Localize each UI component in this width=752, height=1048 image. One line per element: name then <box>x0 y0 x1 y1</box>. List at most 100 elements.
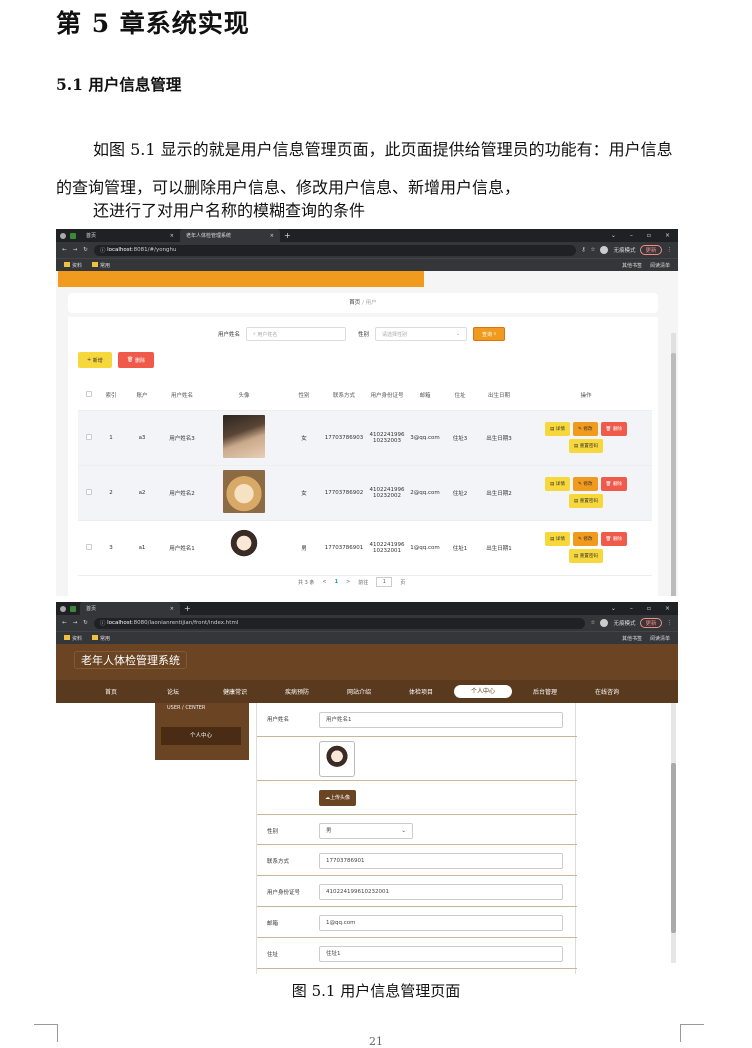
nav-item-about[interactable]: 网站介绍 <box>328 687 390 696</box>
column-header[interactable]: 账户 <box>122 380 162 411</box>
other-bookmarks[interactable]: 其他书签 <box>622 262 642 269</box>
upload-avatar-button[interactable]: ☁上传头像 <box>319 790 357 806</box>
minimize-icon[interactable]: – <box>630 605 633 612</box>
row-checkbox[interactable] <box>86 543 92 550</box>
detail-button[interactable]: ▤ 详情 <box>544 532 570 546</box>
edit-button[interactable]: ✎ 修改 <box>573 477 598 491</box>
address-bar[interactable]: ⓘ localhost:8080/laonianrentijian/front/… <box>93 617 585 629</box>
pager-current-page[interactable]: 1 <box>335 579 338 585</box>
reset-password-button[interactable]: ▤ 重置密码 <box>568 439 604 453</box>
pager-goto-input[interactable]: 1 <box>376 577 393 587</box>
menu-icon[interactable]: ⋮ <box>667 620 673 626</box>
reload-icon[interactable]: ↻ <box>83 247 88 253</box>
pager-prev-icon[interactable]: < <box>322 579 326 585</box>
bookmark-item[interactable]: 常用 <box>92 261 110 269</box>
column-header[interactable]: 住址 <box>442 380 478 411</box>
name-input[interactable]: 用户姓名1 <box>319 712 563 728</box>
row-checkbox[interactable] <box>86 488 92 495</box>
scrollbar-thumb[interactable] <box>671 353 676 596</box>
reading-list[interactable]: 阅读清单 <box>650 262 670 269</box>
sidebar-item-user-center[interactable]: 个人中心 <box>161 727 241 745</box>
pager-next-icon[interactable]: > <box>346 579 350 585</box>
forward-icon[interactable]: → <box>73 247 78 253</box>
reset-password-button[interactable]: ▤ 重置密码 <box>568 549 604 563</box>
search-gender-select[interactable]: 请选择性别 ⌄ <box>375 327 468 341</box>
tab-search-icon[interactable]: ⌄ <box>611 232 616 239</box>
scrollbar-thumb[interactable] <box>671 763 676 933</box>
batch-delete-button[interactable]: 🗑 删除 <box>118 352 154 368</box>
delete-button[interactable]: 🗑 删除 <box>600 422 628 436</box>
nav-item-admin[interactable]: 后台管理 <box>514 687 576 696</box>
column-header[interactable]: 性别 <box>286 380 322 411</box>
reset-password-button[interactable]: ▤ 重置密码 <box>568 494 604 508</box>
key-icon[interactable]: ⚷ <box>582 247 586 253</box>
menu-icon[interactable]: ⋮ <box>667 247 673 253</box>
star-icon[interactable]: ☆ <box>591 620 596 626</box>
edit-button[interactable]: ✎ 修改 <box>573 422 598 436</box>
window-close-icon[interactable]: × <box>665 605 670 612</box>
column-header[interactable]: 索引 <box>100 380 122 411</box>
nav-item-user-center[interactable]: 个人中心 <box>454 685 512 698</box>
idcard-input[interactable]: 410224199610232001 <box>319 884 563 900</box>
edit-button[interactable]: ✎ 修改 <box>573 532 598 546</box>
window-close-icon[interactable]: × <box>665 232 670 239</box>
table-row[interactable]: 3 a1 用户姓名1 男 17703786901 410224199610232… <box>78 520 652 576</box>
column-header[interactable]: 用户身份证号 <box>366 380 408 411</box>
address-bar[interactable]: ⓘ localhost:8081/#/yonghu <box>93 244 576 256</box>
tab-search-icon[interactable]: ⌄ <box>611 605 616 612</box>
update-button[interactable]: 更新 <box>640 245 662 255</box>
tab-close-icon[interactable]: × <box>170 606 174 612</box>
delete-button[interactable]: 🗑 删除 <box>600 477 628 491</box>
minimize-icon[interactable]: – <box>630 232 633 239</box>
star-icon[interactable]: ☆ <box>591 247 596 253</box>
nav-item-health[interactable]: 健康常识 <box>204 687 266 696</box>
table-row[interactable]: 1 a3 用户姓名3 女 17703786903 410224199610232… <box>78 410 652 466</box>
nav-item-home[interactable]: 首页 <box>80 687 142 696</box>
detail-button[interactable]: ▤ 详情 <box>544 477 570 491</box>
gender-select[interactable]: 男 ⌄ <box>319 823 413 839</box>
tab-close-icon[interactable]: × <box>270 233 274 239</box>
nav-item-exam[interactable]: 体检项目 <box>390 687 452 696</box>
bookmark-item[interactable]: 常用 <box>92 634 110 642</box>
column-header[interactable]: 出生日期 <box>478 380 520 411</box>
maximize-icon[interactable]: ▫ <box>647 232 651 239</box>
bookmark-item[interactable]: 资料 <box>64 261 82 269</box>
email-input[interactable]: 1@qq.com <box>319 915 563 931</box>
address-input[interactable]: 住址1 <box>319 946 563 962</box>
delete-button[interactable]: 🗑 删除 <box>600 532 628 546</box>
detail-button[interactable]: ▤ 详情 <box>544 422 570 436</box>
row-checkbox[interactable] <box>86 433 92 440</box>
new-tab-icon[interactable]: + <box>284 231 291 240</box>
nav-item-forum[interactable]: 论坛 <box>142 687 204 696</box>
bookmark-item[interactable]: 资料 <box>64 634 82 642</box>
maximize-icon[interactable]: ▫ <box>647 605 651 612</box>
reload-icon[interactable]: ↻ <box>83 620 88 626</box>
nav-item-prevention[interactable]: 疾病预防 <box>266 687 328 696</box>
scrollbar[interactable] <box>671 333 676 596</box>
browser-tab-active[interactable]: 老年人体检管理系统 × <box>180 229 280 242</box>
search-button[interactable]: 查询 ⌕ <box>473 327 506 341</box>
back-icon[interactable]: ← <box>62 620 67 626</box>
breadcrumb-home[interactable]: 首页 <box>349 300 360 306</box>
forward-icon[interactable]: → <box>73 620 78 626</box>
reading-list[interactable]: 阅读清单 <box>650 635 670 642</box>
column-header[interactable]: 联系方式 <box>322 380 366 411</box>
update-button[interactable]: 更新 <box>640 618 662 628</box>
table-row[interactable]: 2 a2 用户姓名2 女 17703786902 410224199610232… <box>78 465 652 521</box>
browser-tab-active[interactable]: 首页 × <box>80 602 180 615</box>
phone-input[interactable]: 17703786901 <box>319 853 563 869</box>
column-header[interactable]: 头像 <box>202 380 286 411</box>
trash-icon: 🗑 <box>605 426 613 432</box>
nav-item-consult[interactable]: 在线咨询 <box>576 687 638 696</box>
select-all-checkbox[interactable] <box>86 390 92 397</box>
back-icon[interactable]: ← <box>62 247 67 253</box>
browser-tab[interactable]: 首页 × <box>80 229 180 242</box>
scrollbar[interactable] <box>671 703 676 963</box>
new-tab-icon[interactable]: + <box>184 604 191 613</box>
other-bookmarks[interactable]: 其他书签 <box>622 635 642 642</box>
search-name-input[interactable]: ⌕ 用户姓名 <box>246 327 347 341</box>
add-button[interactable]: + 新增 <box>78 352 112 368</box>
column-header[interactable]: 用户姓名 <box>162 380 202 411</box>
column-header[interactable]: 邮箱 <box>408 380 442 411</box>
tab-close-icon[interactable]: × <box>170 233 174 239</box>
